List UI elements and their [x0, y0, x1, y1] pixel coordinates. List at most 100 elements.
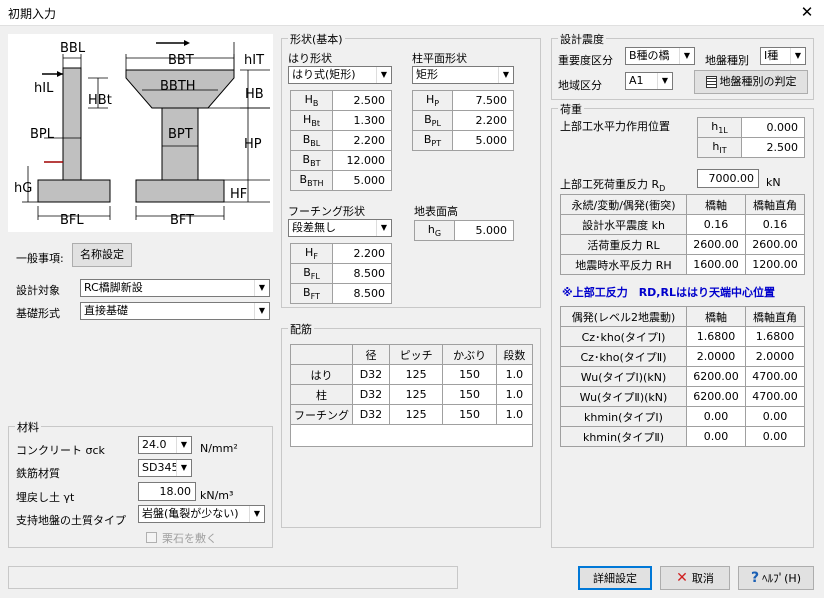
- table-row: 径ピッチ かぶり 段数: [290, 344, 534, 365]
- table-row: h1L 0.000: [697, 117, 805, 138]
- table-row: 地震時水平反力 RH 1600.00 1200.00: [560, 254, 805, 275]
- chevron-down-icon: ▼: [376, 67, 391, 83]
- help-button[interactable]: ? ﾍﾙﾌﾟ(H): [738, 566, 814, 590]
- label-hb: HB: [245, 87, 264, 102]
- importance-select[interactable]: B種の橋 ▼: [625, 47, 695, 65]
- bpl-value[interactable]: 2.200: [452, 110, 514, 131]
- gravel-checkbox[interactable]: [146, 532, 157, 543]
- chevron-down-icon: ▼: [254, 303, 269, 319]
- ground-type-label: 地盤種別: [705, 54, 749, 67]
- table-row: はり D32 125 150 1.0: [290, 364, 534, 385]
- detail-setting-button[interactable]: 詳細設定: [578, 566, 652, 590]
- bbth-value[interactable]: 5.000: [332, 170, 392, 191]
- chevron-down-icon: ▼: [176, 437, 191, 453]
- status-bar: [8, 566, 458, 589]
- close-icon[interactable]: ✕: [798, 3, 816, 21]
- table-row: 活荷重反力 RL 2600.00 2600.00: [560, 234, 805, 255]
- hf-value[interactable]: 2.200: [332, 243, 392, 264]
- table-row: HBt 1.300: [290, 110, 392, 131]
- chevron-down-icon: ▼: [254, 280, 269, 296]
- importance-label: 重要度区分: [558, 54, 613, 67]
- table-row: Cz･kho(タイプⅠ) 1.6800 1.6800: [560, 326, 805, 347]
- shape-title: 形状(基本): [288, 31, 345, 47]
- hbt-value[interactable]: 1.300: [332, 110, 392, 131]
- table-row: Wu(タイプⅡ)(kN) 6200.00 4700.00: [560, 386, 805, 407]
- hb-value[interactable]: 2.500: [332, 90, 392, 111]
- region-select[interactable]: A1 ▼: [625, 72, 673, 90]
- table-row: BPT 5.000: [412, 130, 514, 151]
- horizontal-position-label: 上部工水平力作用位置: [560, 120, 670, 133]
- beam-shape-select[interactable]: はり式(矩形) ▼: [288, 66, 392, 84]
- left-footing-shape: [37, 179, 111, 203]
- bfl-value[interactable]: 8.500: [332, 263, 392, 284]
- seismic-title: 設計震度: [558, 31, 606, 47]
- reaction-note: ※上部工反力 RD,RLははり天端中心位置: [562, 286, 775, 299]
- dead-load-unit: kN: [766, 176, 781, 189]
- ground-type-select[interactable]: I種 ▼: [760, 47, 806, 65]
- column-shape-select[interactable]: 矩形 ▼: [412, 66, 514, 84]
- gravel-label: 栗石を敷く: [162, 532, 217, 545]
- label-hbt: HBt: [88, 93, 112, 108]
- cancel-button[interactable]: ✕ 取消: [660, 566, 730, 590]
- footing-shape-label: フーチング形状: [288, 205, 365, 218]
- right-footing-shape: [135, 179, 225, 203]
- label-hit: hIT: [244, 53, 264, 68]
- label-hf: HF: [230, 187, 247, 202]
- h1l-value[interactable]: 0.000: [741, 117, 805, 138]
- load-title: 荷重: [558, 101, 584, 117]
- chevron-down-icon: ▼: [679, 48, 694, 64]
- table-row: 設計水平震度 kh 0.16 0.16: [560, 214, 805, 235]
- chevron-down-icon: ▼: [249, 506, 264, 522]
- footing-shape-select[interactable]: 段差無し ▼: [288, 219, 392, 237]
- ground-height-table: hG 5.000: [414, 220, 514, 241]
- soil-type-label: 支持地盤の土質タイプ: [16, 514, 126, 527]
- dead-load-label: 上部工死荷重反力 RD: [560, 178, 666, 194]
- backfill-unit: kN/m³: [200, 489, 234, 502]
- table-row: HP 7.500: [412, 90, 514, 111]
- label-hp: HP: [244, 137, 262, 152]
- foundation-label: 基礎形式: [16, 307, 60, 320]
- table-row: Wu(タイプⅠ)(kN) 6200.00 4700.00: [560, 366, 805, 387]
- hit-value[interactable]: 2.500: [741, 137, 805, 158]
- table-row: Cz･kho(タイプⅡ) 2.0000 2.0000: [560, 346, 805, 367]
- help-icon: ?: [751, 570, 760, 586]
- table-row: 柱 D32 125 150 1.0: [290, 384, 534, 405]
- label-bbth: BBTH: [160, 79, 196, 94]
- pier-diagram-svg: BBL BBT hIT hIL HBt BBTH HB HP BPL BPT h…: [14, 40, 270, 228]
- bpt-value[interactable]: 5.000: [452, 130, 514, 151]
- label-bft: BFT: [170, 213, 194, 228]
- foundation-select[interactable]: 直接基礎 ▼: [80, 302, 270, 320]
- design-target-select[interactable]: RC橋脚新設 ▼: [80, 279, 270, 297]
- chevron-down-icon: ▼: [790, 48, 805, 64]
- name-setting-button[interactable]: 名称設定: [72, 243, 132, 267]
- table-row: khmin(タイプⅡ) 0.00 0.00: [560, 426, 805, 447]
- ground-type-judge-button[interactable]: 地盤種別の判定: [694, 70, 808, 94]
- rebar-table: 径ピッチ かぶり 段数 はり D32 125 150 1.0 柱 D32 125 150 1.0 フ…: [290, 344, 534, 447]
- rebar-title: 配筋: [288, 321, 314, 337]
- dead-load-input[interactable]: 7000.00: [697, 169, 759, 188]
- hg-value[interactable]: 5.000: [454, 220, 514, 241]
- table-row: フーチング D32 125 150 1.0: [290, 404, 534, 425]
- bbt-value[interactable]: 12.000: [332, 150, 392, 171]
- permanent-load-table: 永続/変動/偶発(衝突) 橋軸 橋軸直角 設計水平震度 kh 0.16 0.16 活荷重…: [560, 194, 805, 275]
- label-bbt: BBT: [168, 53, 194, 68]
- ground-height-label: 地表面高: [414, 205, 458, 218]
- hp-value[interactable]: 7.500: [452, 90, 514, 111]
- pier-diagram: BBL BBT hIT hIL HBt BBTH HB HP BPL BPT h…: [8, 34, 273, 232]
- right-column-shape: [161, 107, 199, 181]
- concrete-label: コンクリート σck: [16, 444, 105, 457]
- backfill-label: 埋戻し土 γt: [16, 491, 75, 504]
- soil-type-select[interactable]: 岩盤(亀裂が少ない) ▼: [138, 505, 265, 523]
- beam-shape-label: はり形状: [288, 52, 332, 65]
- table-row: BFL 8.500: [290, 263, 392, 284]
- footing-dimension-table: HF 2.200 BFL 8.500 BFT 8.500: [290, 243, 392, 304]
- chevron-down-icon: ▼: [498, 67, 513, 83]
- backfill-input[interactable]: 18.00: [138, 482, 196, 501]
- bft-value[interactable]: 8.500: [332, 283, 392, 304]
- rebar-material-select[interactable]: SD345 ▼: [138, 459, 192, 477]
- table-row: BFT 8.500: [290, 283, 392, 304]
- bbl-value[interactable]: 2.200: [332, 130, 392, 151]
- close-icon: ✕: [676, 570, 688, 586]
- concrete-select[interactable]: 24.0 ▼: [138, 436, 192, 454]
- region-label: 地域区分: [558, 79, 602, 92]
